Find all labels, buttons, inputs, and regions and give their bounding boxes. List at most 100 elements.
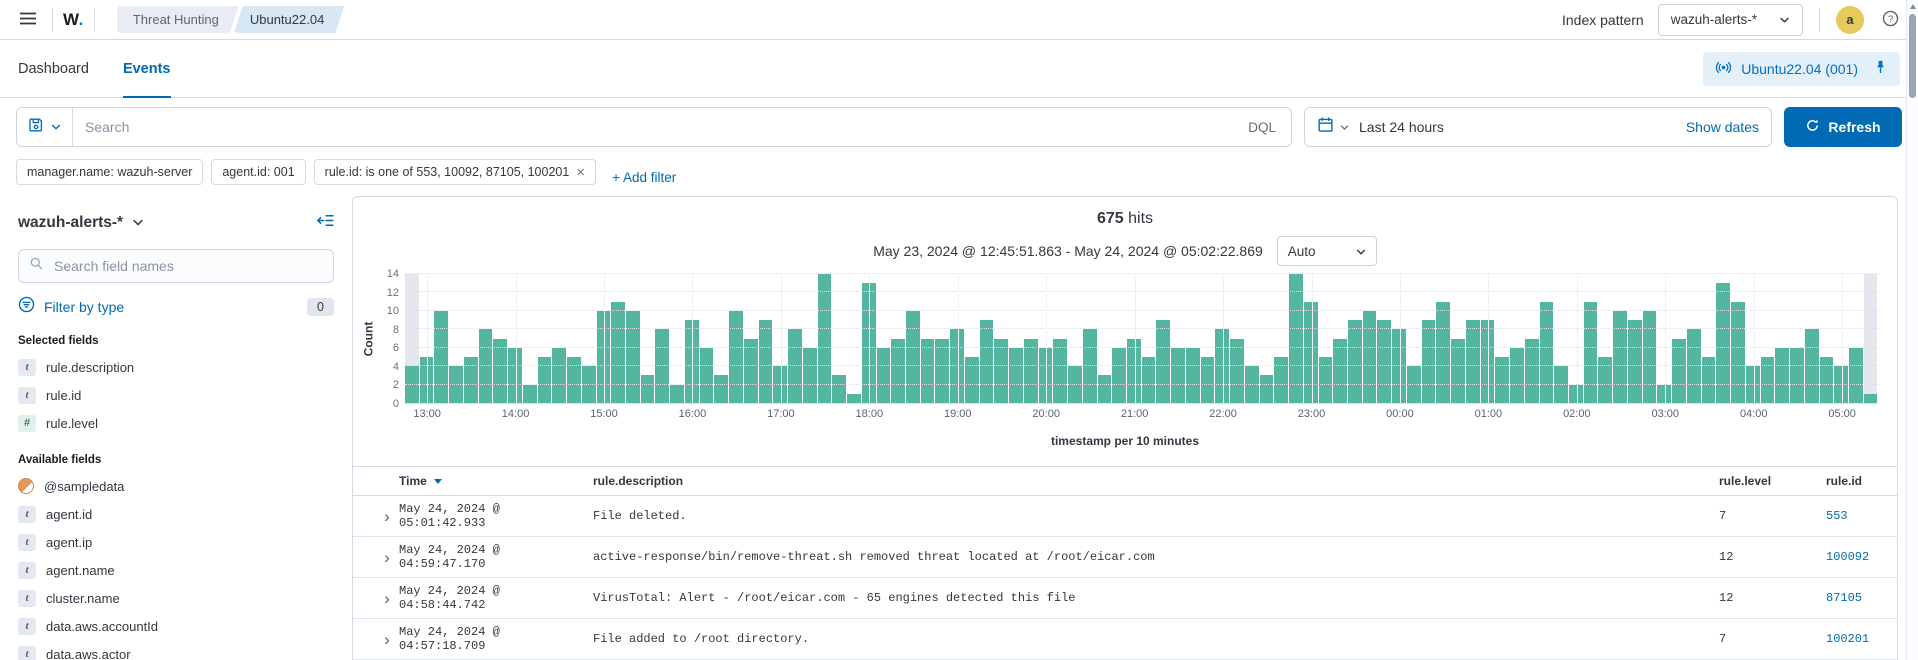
fields-sidebar: wazuh-alerts-* Filter by type 0 Selected…: [0, 196, 352, 660]
tab-events[interactable]: Events: [123, 40, 171, 97]
histogram-bar-fill: [1142, 357, 1156, 403]
breadcrumb-item[interactable]: Ubuntu22.04: [234, 6, 344, 33]
breadcrumb-item[interactable]: Threat Hunting: [117, 6, 239, 33]
index-pattern-switcher[interactable]: wazuh-alerts-*: [18, 214, 144, 232]
tab-dashboard[interactable]: Dashboard: [18, 40, 89, 97]
field-item[interactable]: @sampledata: [18, 472, 334, 500]
pinned-agent-pill[interactable]: Ubuntu22.04 (001): [1703, 52, 1900, 86]
help-button[interactable]: ?: [1876, 6, 1904, 34]
x-gridline: [692, 274, 693, 403]
expand-row-button[interactable]: ›: [373, 590, 399, 607]
field-item[interactable]: t agent.id: [18, 500, 334, 528]
histogram-bar-fill: [1186, 348, 1200, 403]
cell-rule-id-link[interactable]: 553: [1826, 509, 1879, 523]
index-pattern-select[interactable]: wazuh-alerts-*: [1658, 4, 1803, 36]
index-pattern-label: Index pattern: [1562, 12, 1644, 28]
histogram-bar-fill: [832, 375, 846, 403]
histogram-bar-fill: [405, 366, 419, 403]
histogram-bar-fill: [1643, 311, 1657, 403]
histogram-bar-fill: [1864, 394, 1878, 403]
histogram-bar-fill: [1422, 320, 1436, 403]
table-row: ›May 24, 2024 @ 04:58:44.742VirusTotal: …: [353, 578, 1897, 619]
saved-query-menu[interactable]: [17, 108, 73, 146]
column-rule-description[interactable]: rule.description: [593, 474, 1719, 488]
tabs-bar: Dashboard Events Ubuntu22.04 (001): [0, 40, 1918, 98]
column-time[interactable]: Time: [399, 474, 593, 488]
app-logo[interactable]: W.: [63, 10, 84, 30]
x-tick-label: 22:00: [1209, 408, 1237, 420]
expand-row-button[interactable]: ›: [373, 549, 399, 566]
cell-rule-level: 7: [1719, 509, 1826, 523]
histogram-bar-fill: [1510, 348, 1524, 403]
histogram-bar-fill: [1672, 339, 1686, 404]
cell-rule-id-link[interactable]: 100201: [1826, 632, 1879, 646]
column-rule-id[interactable]: rule.id: [1826, 474, 1879, 488]
pinned-agent-label: Ubuntu22.04 (001): [1741, 61, 1858, 77]
show-dates-button[interactable]: Show dates: [1686, 119, 1759, 135]
column-rule-level[interactable]: rule.level: [1719, 474, 1826, 488]
menu-button[interactable]: [14, 6, 42, 34]
field-item[interactable]: trule.id: [18, 381, 334, 409]
field-type-text-icon: t: [18, 590, 36, 607]
interval-select[interactable]: Auto: [1277, 236, 1377, 266]
x-tick-label: 17:00: [767, 408, 795, 420]
x-tick-label: 15:00: [590, 408, 618, 420]
add-filter-button[interactable]: + Add filter: [612, 170, 676, 185]
collapse-sidebar-icon[interactable]: [317, 212, 334, 234]
field-search-input[interactable]: [52, 257, 323, 275]
date-picker-menu[interactable]: [1317, 116, 1359, 138]
expand-row-button[interactable]: ›: [373, 508, 399, 525]
field-item[interactable]: tdata.aws.accountId: [18, 612, 334, 640]
histogram-bar-fill: [921, 339, 935, 404]
date-picker: Last 24 hours Show dates: [1304, 107, 1772, 147]
time-range-value[interactable]: Last 24 hours: [1359, 119, 1686, 135]
sort-desc-icon: [434, 479, 442, 484]
avatar[interactable]: a: [1836, 6, 1864, 34]
filter-by-type[interactable]: Filter by type 0: [18, 296, 334, 318]
field-item[interactable]: tdata.aws.actor: [18, 640, 334, 660]
x-tick-label: 16:00: [679, 408, 707, 420]
app-screen: W. Threat HuntingUbuntu22.04 Index patte…: [0, 0, 1918, 660]
field-name: data.aws.actor: [46, 647, 131, 660]
x-gridline: [604, 274, 605, 403]
filter-pill[interactable]: manager.name: wazuh-server: [16, 159, 203, 185]
histogram-bar-fill: [1260, 375, 1274, 403]
histogram-bar-fill: [1009, 348, 1023, 403]
available-fields-list: @sampledata t agent.id tagent.iptagent.name…: [18, 472, 334, 660]
x-tick-label: 02:00: [1563, 408, 1591, 420]
search-box: DQL: [16, 107, 1292, 147]
top-header: W. Threat HuntingUbuntu22.04 Index patte…: [0, 0, 1918, 40]
histogram-bar-fill: [1731, 302, 1745, 403]
field-item[interactable]: #rule.level: [18, 409, 334, 437]
pin-icon[interactable]: [1873, 59, 1888, 78]
scrollbar-up-arrow[interactable]: [1910, 4, 1916, 9]
x-gridline: [1400, 274, 1401, 403]
filter-pill[interactable]: agent.id: 001: [211, 159, 305, 185]
close-icon[interactable]: ×: [576, 165, 585, 180]
filter-pill[interactable]: rule.id: is one of 553, 10092, 87105, 10…: [314, 159, 596, 185]
histogram-bar-fill: [980, 320, 994, 403]
y-tick-label: 6: [393, 342, 399, 354]
refresh-button[interactable]: Refresh: [1784, 107, 1902, 147]
cell-rule-id-link[interactable]: 100092: [1826, 550, 1879, 564]
y-gridline: [405, 347, 1879, 348]
histogram-bar-fill: [449, 366, 463, 403]
scrollbar-thumb[interactable]: [1909, 14, 1916, 98]
histogram-bar-fill: [877, 348, 891, 403]
search-input[interactable]: [73, 119, 1233, 135]
histogram-plot: [405, 274, 1879, 404]
field-item[interactable]: tcluster.name: [18, 584, 334, 612]
x-gridline: [1135, 274, 1136, 403]
field-item[interactable]: tagent.ip: [18, 528, 334, 556]
cell-rule-id-link[interactable]: 87105: [1826, 591, 1879, 605]
field-item[interactable]: tagent.name: [18, 556, 334, 584]
field-type-text-icon: t: [18, 506, 36, 523]
query-language-button[interactable]: DQL: [1233, 120, 1291, 135]
expand-row-button[interactable]: ›: [373, 631, 399, 648]
x-gridline: [1665, 274, 1666, 403]
field-name: agent.id: [46, 507, 92, 522]
page-scrollbar[interactable]: [1906, 0, 1918, 660]
field-item[interactable]: trule.description: [18, 353, 334, 381]
tabs: Dashboard Events: [18, 40, 171, 97]
histogram-bar-fill: [891, 339, 905, 404]
